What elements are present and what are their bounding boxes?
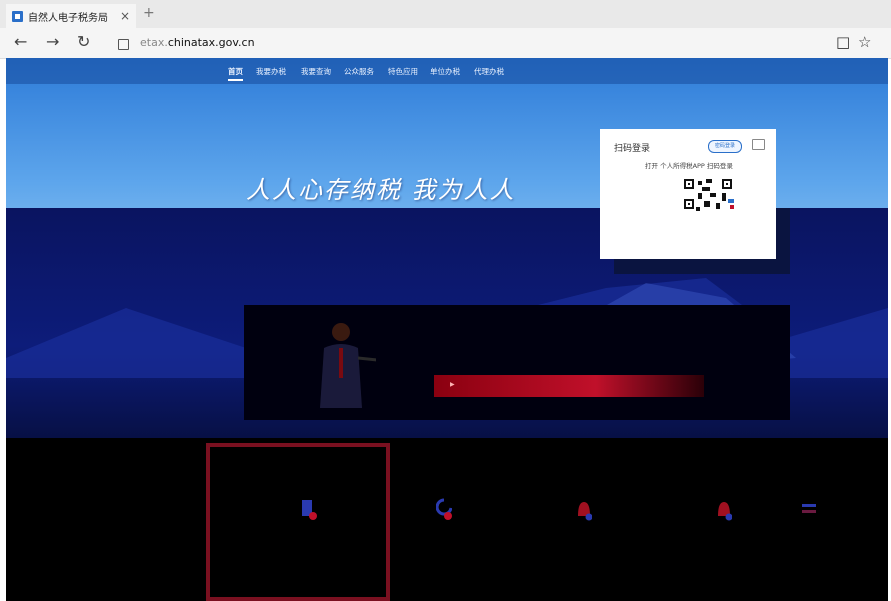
action-banner-button[interactable]: ▶ [434,375,704,397]
login-panel: 扫码登录 密码登录 打开 个人所得税APP 扫码登录 [600,129,776,259]
service-card-1[interactable] [206,443,390,601]
person-illustration-icon [320,323,376,408]
hero-slogan: 人人心存纳税 我为人人 [246,176,516,204]
browser-tab[interactable]: 自然人电子税务局 × [6,4,136,28]
login-hint: 打开 个人所得税APP 扫码登录 [645,162,733,170]
nav-item-5[interactable]: 单位办税 [430,66,460,77]
computer-icon[interactable] [752,139,765,150]
reading-view-icon[interactable]: □ [836,33,850,51]
password-login-button[interactable]: 密码登录 [708,140,742,153]
tab-bar: 自然人电子税务局 × + [0,0,891,28]
bell-icon [578,502,592,521]
menu-icon[interactable] [802,498,818,522]
qr-code-icon [682,177,742,213]
back-icon[interactable]: ← [14,32,27,51]
web-page: 首页 我要办税 我要查询 公众服务 特色应用 单位办税 代理办税 人人心存纳税 我为人人 扫… [6,58,888,601]
login-title: 扫码登录 [614,144,651,154]
refresh-service-icon [436,498,452,520]
tab-title: 自然人电子税务局 [28,12,108,24]
new-tab-button[interactable]: + [143,5,155,21]
address-bar: ← → ↻ etax.chinatax.gov.cn □ ☆ [0,28,891,59]
url-field[interactable]: etax.chinatax.gov.cn [140,36,255,49]
document-icon [302,500,317,520]
close-tab-icon[interactable]: × [120,9,130,23]
nav-item-4[interactable]: 特色应用 [388,66,418,77]
nav-item-6[interactable]: 代理办税 [474,66,504,77]
refresh-icon[interactable]: ↻ [77,32,90,51]
forward-icon[interactable]: → [46,32,59,51]
favorite-star-icon[interactable]: ☆ [858,33,871,51]
nav-item-1[interactable]: 我要办税 [256,66,286,77]
nav-item-0[interactable]: 首页 [228,66,243,81]
url-domain: chinatax.gov.cn [167,36,255,49]
site-nav: 首页 我要办税 我要查询 公众服务 特色应用 单位办税 代理办税 [6,58,888,84]
nav-item-3[interactable]: 公众服务 [344,66,374,77]
url-prefix: etax. [140,36,168,49]
nav-item-2[interactable]: 我要查询 [301,66,331,77]
lock-service-icon [718,502,732,521]
favicon-icon [12,10,23,22]
lock-icon [118,39,129,50]
action-banner-text: ▶ [450,381,455,388]
service-cards [206,443,888,601]
